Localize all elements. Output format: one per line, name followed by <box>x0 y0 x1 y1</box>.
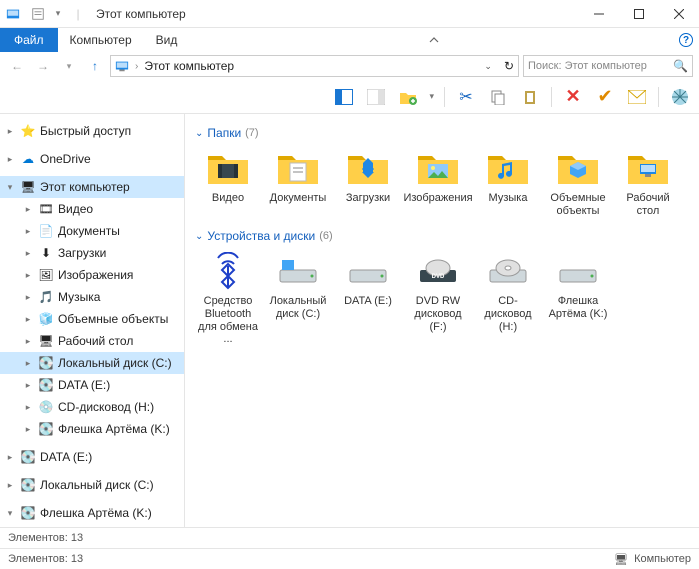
nav-downloads[interactable]: ▸⬇Загрузки <box>0 242 184 264</box>
tile-videos[interactable]: Видео <box>195 148 261 217</box>
tile-flash-k[interactable]: Флешка Артёма (K:) <box>545 251 611 346</box>
apply-icon[interactable]: ✔ <box>594 86 616 108</box>
navigation-pane: ▸⭐Быстрый доступ ▸☁OneDrive ▾🖥Этот компь… <box>0 114 185 527</box>
pc-small-icon: 🖥 <box>614 553 628 566</box>
nav-documents[interactable]: ▸📄Документы <box>0 220 184 242</box>
close-button[interactable] <box>659 0 699 28</box>
tile-3d-objects[interactable]: Объемные объекты <box>545 148 611 217</box>
status-computer-label: Компьютер <box>634 553 691 565</box>
video-icon: 🎞 <box>38 201 54 217</box>
nav-back-button[interactable]: ← <box>6 55 28 77</box>
nav-pictures[interactable]: ▸🖼Изображения <box>0 264 184 286</box>
status-item-count-2: Элементов: 13 <box>8 553 83 565</box>
nav-onedrive[interactable]: ▸☁OneDrive <box>0 148 184 170</box>
picture-icon: 🖼 <box>38 267 54 283</box>
nav-quick-access[interactable]: ▸⭐Быстрый доступ <box>0 120 184 142</box>
document-icon: 📄 <box>38 223 54 239</box>
status-bar-2: Элементов: 13 🖥 Компьютер <box>0 548 699 569</box>
nav-this-pc[interactable]: ▾🖥Этот компьютер <box>0 176 184 198</box>
content-pane: ⌄ Папки (7) Видео Документы Загрузки Изо… <box>185 114 699 527</box>
nav-flash-k[interactable]: ▸💽Флешка Артёма (K:) <box>0 418 184 440</box>
chevron-down-icon: ⌄ <box>195 231 203 242</box>
cd-icon: 💿 <box>38 399 54 415</box>
menu-bar: Файл Компьютер Вид ? <box>0 28 699 52</box>
svg-text:DVD: DVD <box>432 274 445 280</box>
menu-view[interactable]: Вид <box>144 28 190 52</box>
search-icon[interactable]: 🔍 <box>673 59 688 73</box>
tile-documents[interactable]: Документы <box>265 148 331 217</box>
shell-icon[interactable] <box>669 86 691 108</box>
star-icon: ⭐ <box>20 123 36 139</box>
maximize-button[interactable] <box>619 0 659 28</box>
nav-videos[interactable]: ▸🎞Видео <box>0 198 184 220</box>
nav-music[interactable]: ▸🎵Музыка <box>0 286 184 308</box>
download-icon: ⬇ <box>38 245 54 261</box>
cut-icon[interactable]: ✂ <box>455 86 477 108</box>
title-bar: ▾ | Этот компьютер <box>0 0 699 28</box>
help-icon[interactable]: ? <box>679 33 693 47</box>
music-icon: 🎵 <box>38 289 54 305</box>
cloud-icon: ☁ <box>20 151 36 167</box>
tile-desktop[interactable]: Рабочий стол <box>615 148 681 217</box>
qat-dropdown-icon[interactable]: ▾ <box>50 6 66 22</box>
copy-icon[interactable] <box>487 86 509 108</box>
group-folders-header[interactable]: ⌄ Папки (7) <box>195 126 689 140</box>
status-item-count: Элементов: 13 <box>8 532 83 544</box>
nav-flash-k-root[interactable]: ▾💽Флешка Артёма (K:) <box>0 502 184 524</box>
pc-icon <box>115 59 129 73</box>
address-field[interactable]: › Этот компьютер ⌄ ↻ <box>110 55 519 77</box>
usb-icon: 💽 <box>20 505 36 521</box>
tile-data-e[interactable]: DATA (E:) <box>335 251 401 346</box>
nav-local-c-root[interactable]: ▸💽Локальный диск (C:) <box>0 474 184 496</box>
window-title: Этот компьютер <box>96 7 186 21</box>
menu-file[interactable]: Файл <box>0 28 58 52</box>
nav-cd-h[interactable]: ▸💿CD-дисковод (H:) <box>0 396 184 418</box>
drive-icon: 💽 <box>20 477 36 493</box>
address-dropdown-icon[interactable]: ⌄ <box>484 61 492 72</box>
qat-properties-icon[interactable] <box>30 6 46 22</box>
nav-3d-objects[interactable]: ▸🧊Объемные объекты <box>0 308 184 330</box>
drive-icon: 💽 <box>38 377 54 393</box>
menu-computer[interactable]: Компьютер <box>58 28 144 52</box>
refresh-icon[interactable]: ↻ <box>504 59 514 73</box>
nav-local-disk-c[interactable]: ▸💽Локальный диск (C:) <box>0 352 184 374</box>
search-input[interactable]: Поиск: Этот компьютер 🔍 <box>523 55 693 77</box>
drive-icon: 💽 <box>38 355 54 371</box>
desktop-icon: 🖥 <box>38 333 54 349</box>
folder-new-icon[interactable] <box>397 86 419 108</box>
panel-right-icon[interactable] <box>365 86 387 108</box>
tile-music[interactable]: Музыка <box>475 148 541 217</box>
status-bar-1: Элементов: 13 <box>0 527 699 548</box>
tile-pictures[interactable]: Изображения <box>405 148 471 217</box>
nav-forward-button[interactable]: → <box>32 55 54 77</box>
mail-icon[interactable] <box>626 86 648 108</box>
cube-icon: 🧊 <box>38 311 54 327</box>
address-bar: ← → ▾ ↑ › Этот компьютер ⌄ ↻ Поиск: Этот… <box>0 52 699 80</box>
minimize-button[interactable] <box>579 0 619 28</box>
panel-left-icon[interactable] <box>333 86 355 108</box>
nav-up-button[interactable]: ↑ <box>84 55 106 77</box>
tile-bluetooth[interactable]: Средство Bluetooth для обмена ... <box>195 251 261 346</box>
drive-icon: 💽 <box>20 449 36 465</box>
search-placeholder: Поиск: Этот компьютер <box>528 60 647 72</box>
delete-icon[interactable]: ✕ <box>562 86 584 108</box>
nav-recent-icon[interactable]: ▾ <box>58 55 80 77</box>
tile-cd-h[interactable]: CD-дисковод (H:) <box>475 251 541 346</box>
paste-icon[interactable] <box>519 86 541 108</box>
breadcrumb[interactable]: Этот компьютер <box>144 59 234 73</box>
toolbar: ▾ ✂ ✕ ✔ <box>0 80 699 114</box>
nav-pvr[interactable]: 📁PVR <box>0 524 184 527</box>
group-devices-header[interactable]: ⌄ Устройства и диски (6) <box>195 229 689 243</box>
app-icon <box>0 7 26 21</box>
tile-local-c[interactable]: Локальный диск (C:) <box>265 251 331 346</box>
nav-desktop[interactable]: ▸🖥Рабочий стол <box>0 330 184 352</box>
ribbon-collapse-icon[interactable] <box>422 28 446 52</box>
tile-downloads[interactable]: Загрузки <box>335 148 401 217</box>
nav-data-e-root[interactable]: ▸💽DATA (E:) <box>0 446 184 468</box>
nav-data-e[interactable]: ▸💽DATA (E:) <box>0 374 184 396</box>
usb-icon: 💽 <box>38 421 54 437</box>
chevron-down-icon: ⌄ <box>195 128 203 139</box>
tile-dvd-f[interactable]: DVDDVD RW дисковод (F:) <box>405 251 471 346</box>
pc-icon: 🖥 <box>20 179 36 195</box>
